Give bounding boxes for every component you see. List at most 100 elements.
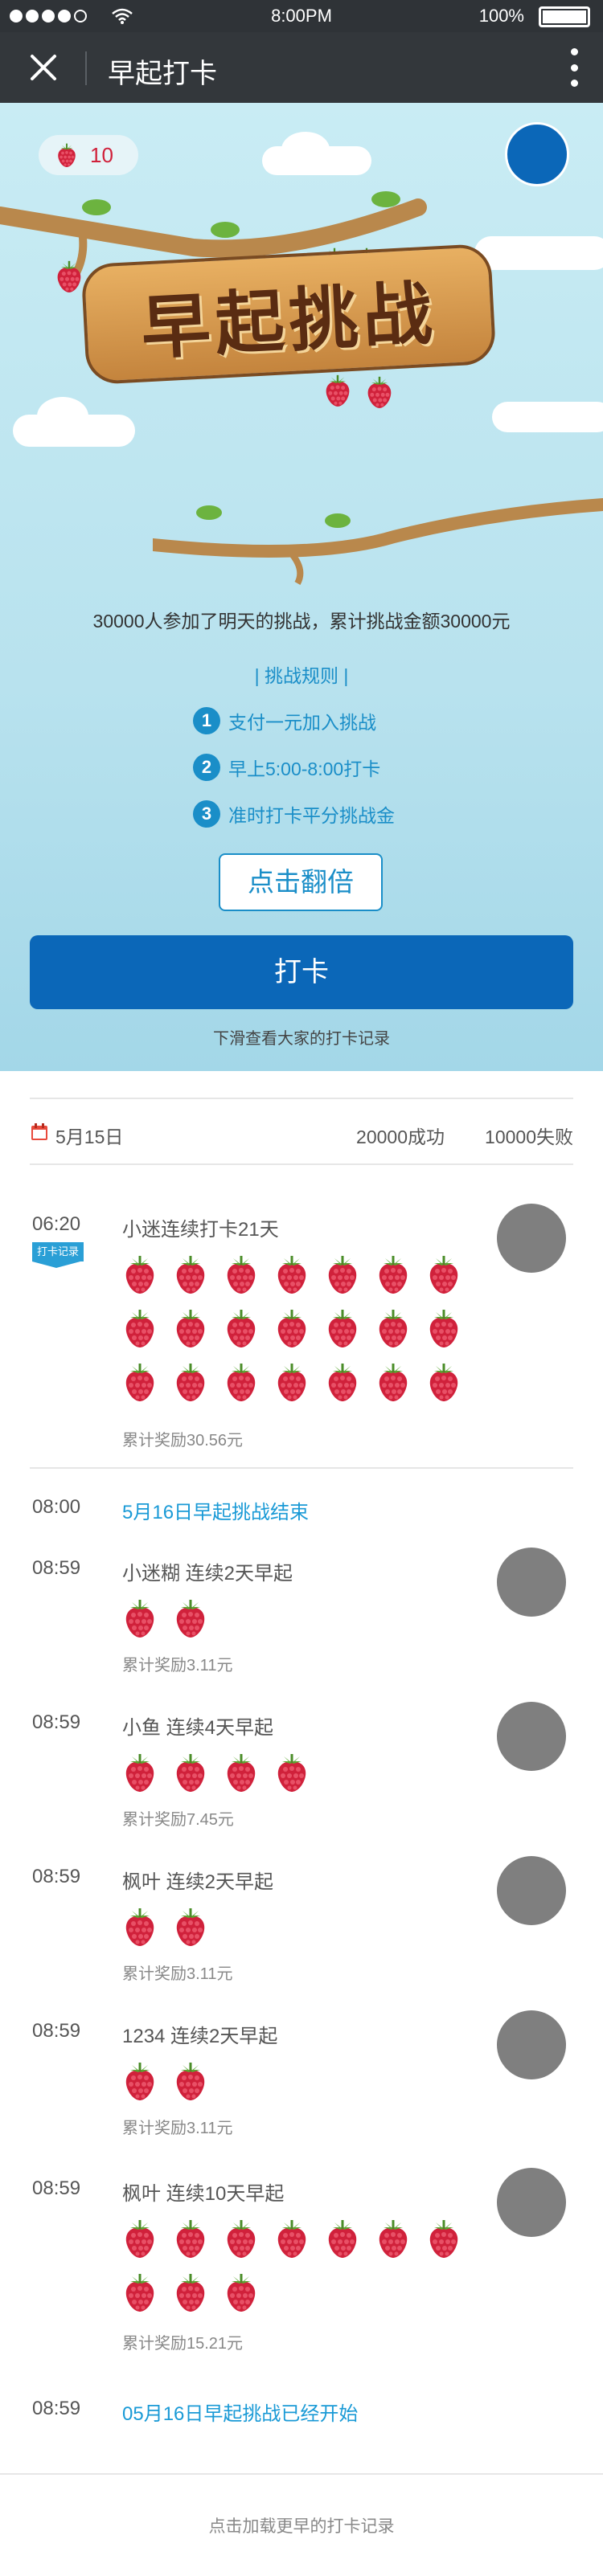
berry-icon	[425, 1307, 463, 1349]
berry-icon	[171, 1597, 210, 1639]
double-button[interactable]: 点击翻倍	[219, 853, 383, 911]
berry-icon	[323, 1307, 362, 1349]
hero-banner: 10 早起挑战 30000人参加了明天的挑战，累计挑战金额30000元 | 挑战…	[0, 103, 603, 1071]
cloud-decoration	[37, 397, 88, 435]
record-reward: 累计奖励15.21元	[122, 2335, 244, 2353]
calendar-icon	[31, 1123, 47, 1140]
avatar[interactable]	[497, 1856, 566, 1925]
record-reward: 累计奖励3.11元	[122, 1965, 233, 1983]
berry-list	[121, 1906, 466, 1948]
avatar[interactable]	[497, 1702, 566, 1771]
berry-icon	[171, 2218, 210, 2259]
berry-icon	[222, 2218, 260, 2259]
berry-count: 10	[90, 142, 113, 167]
checkin-button[interactable]: 打卡	[30, 935, 573, 1009]
rule-item: 1 支付一元加入挑战	[193, 707, 376, 734]
status-bar: 8:00PM 100%	[0, 0, 603, 32]
avatar[interactable]	[497, 1204, 566, 1273]
rule-item: 2 早上5:00-8:00打卡	[193, 754, 380, 781]
berry-list	[121, 1752, 466, 1793]
record-reward: 累计奖励3.11元	[122, 2120, 233, 2137]
berry-icon	[323, 1361, 362, 1403]
berry-icon	[374, 1253, 412, 1295]
berry-icon	[121, 2060, 159, 2102]
berry-icon	[171, 1307, 210, 1349]
rules-title[interactable]: | 挑战规则 |	[0, 660, 603, 688]
berry-icon	[273, 2218, 311, 2259]
berry-icon	[121, 2271, 159, 2313]
berry-icon	[121, 1361, 159, 1403]
berry-icon	[425, 2218, 463, 2259]
berry-icon	[171, 1752, 210, 1793]
berry-icon	[171, 2060, 210, 2102]
berry-list	[121, 1253, 466, 1403]
notice-text: 05月16日早起挑战已经开始	[122, 2403, 359, 2425]
record-name: 枫叶 连续2天早起	[122, 1871, 274, 1893]
record-reward: 累计奖励3.11元	[122, 1657, 233, 1674]
berry-icon	[121, 1752, 159, 1793]
berry-icon	[222, 2271, 260, 2313]
record-time: 08:59	[32, 2020, 81, 2042]
avatar[interactable]	[497, 1548, 566, 1617]
battery-percent: 100%	[478, 6, 524, 26]
record-time: 06:20	[32, 1213, 81, 1235]
berry-icon	[273, 1361, 311, 1403]
checkin-tag: 打卡记录	[32, 1242, 84, 1268]
load-more-link[interactable]: 点击加载更早的打卡记录	[0, 2513, 603, 2537]
berry-icon	[273, 1752, 311, 1793]
record-time: 08:59	[32, 1557, 81, 1579]
scroll-hint: 下滑查看大家的打卡记录	[213, 1030, 390, 1048]
berry-count-badge: 10	[39, 135, 138, 175]
berry-icon	[55, 141, 79, 169]
berry-icon	[121, 1307, 159, 1349]
nav-bar: 早起打卡	[0, 32, 603, 103]
berry-icon	[121, 1253, 159, 1295]
rule-number: 3	[193, 800, 220, 828]
berry-icon	[222, 1752, 260, 1793]
berry-icon	[425, 1361, 463, 1403]
divider	[30, 1467, 573, 1469]
berry-icon	[121, 2218, 159, 2259]
record-reward: 累计奖励30.56元	[122, 1432, 244, 1450]
cloud-decoration	[474, 236, 603, 270]
berry-decoration	[322, 373, 354, 408]
record-name: 小鱼 连续4天早起	[122, 1717, 274, 1739]
berry-icon	[121, 1597, 159, 1639]
berry-icon	[222, 1307, 260, 1349]
user-avatar[interactable]	[505, 122, 569, 186]
berry-icon	[222, 1361, 260, 1403]
berry-decoration	[53, 259, 85, 294]
branch-decoration	[153, 498, 603, 585]
date-summary: 5月15日 20000成功 10000失败	[30, 1118, 573, 1151]
close-icon[interactable]	[27, 51, 59, 84]
record-reward: 累计奖励7.45元	[122, 1811, 234, 1829]
avatar[interactable]	[497, 2010, 566, 2079]
berry-icon	[121, 1906, 159, 1948]
record-time: 08:59	[32, 1711, 81, 1733]
record-name: 枫叶 连续10天早起	[122, 2183, 285, 2205]
more-icon[interactable]	[569, 48, 579, 87]
divider	[30, 1098, 573, 1099]
rule-number: 2	[193, 754, 220, 781]
record-name: 小迷连续打卡21天	[122, 1219, 279, 1241]
berry-list	[121, 2060, 466, 2102]
berry-decoration	[363, 374, 396, 410]
battery-icon	[539, 6, 590, 27]
success-count: 20000成功	[356, 1126, 445, 1147]
challenge-sign: 早起挑战	[80, 243, 497, 386]
berry-icon	[374, 1307, 412, 1349]
berry-icon	[171, 1361, 210, 1403]
fail-count: 10000失败	[485, 1126, 573, 1147]
berry-icon	[171, 1906, 210, 1948]
rule-text: 早上5:00-8:00打卡	[228, 758, 381, 779]
summary-date: 5月15日	[55, 1126, 124, 1147]
berry-list	[121, 1597, 466, 1639]
record-name: 小迷糊 连续2天早起	[122, 1563, 293, 1584]
berry-icon	[222, 1253, 260, 1295]
avatar[interactable]	[497, 2168, 566, 2237]
notice-time: 08:00	[32, 1496, 81, 1518]
berry-icon	[273, 1307, 311, 1349]
rule-number: 1	[193, 707, 220, 734]
berry-icon	[323, 2218, 362, 2259]
nav-divider	[85, 51, 87, 85]
